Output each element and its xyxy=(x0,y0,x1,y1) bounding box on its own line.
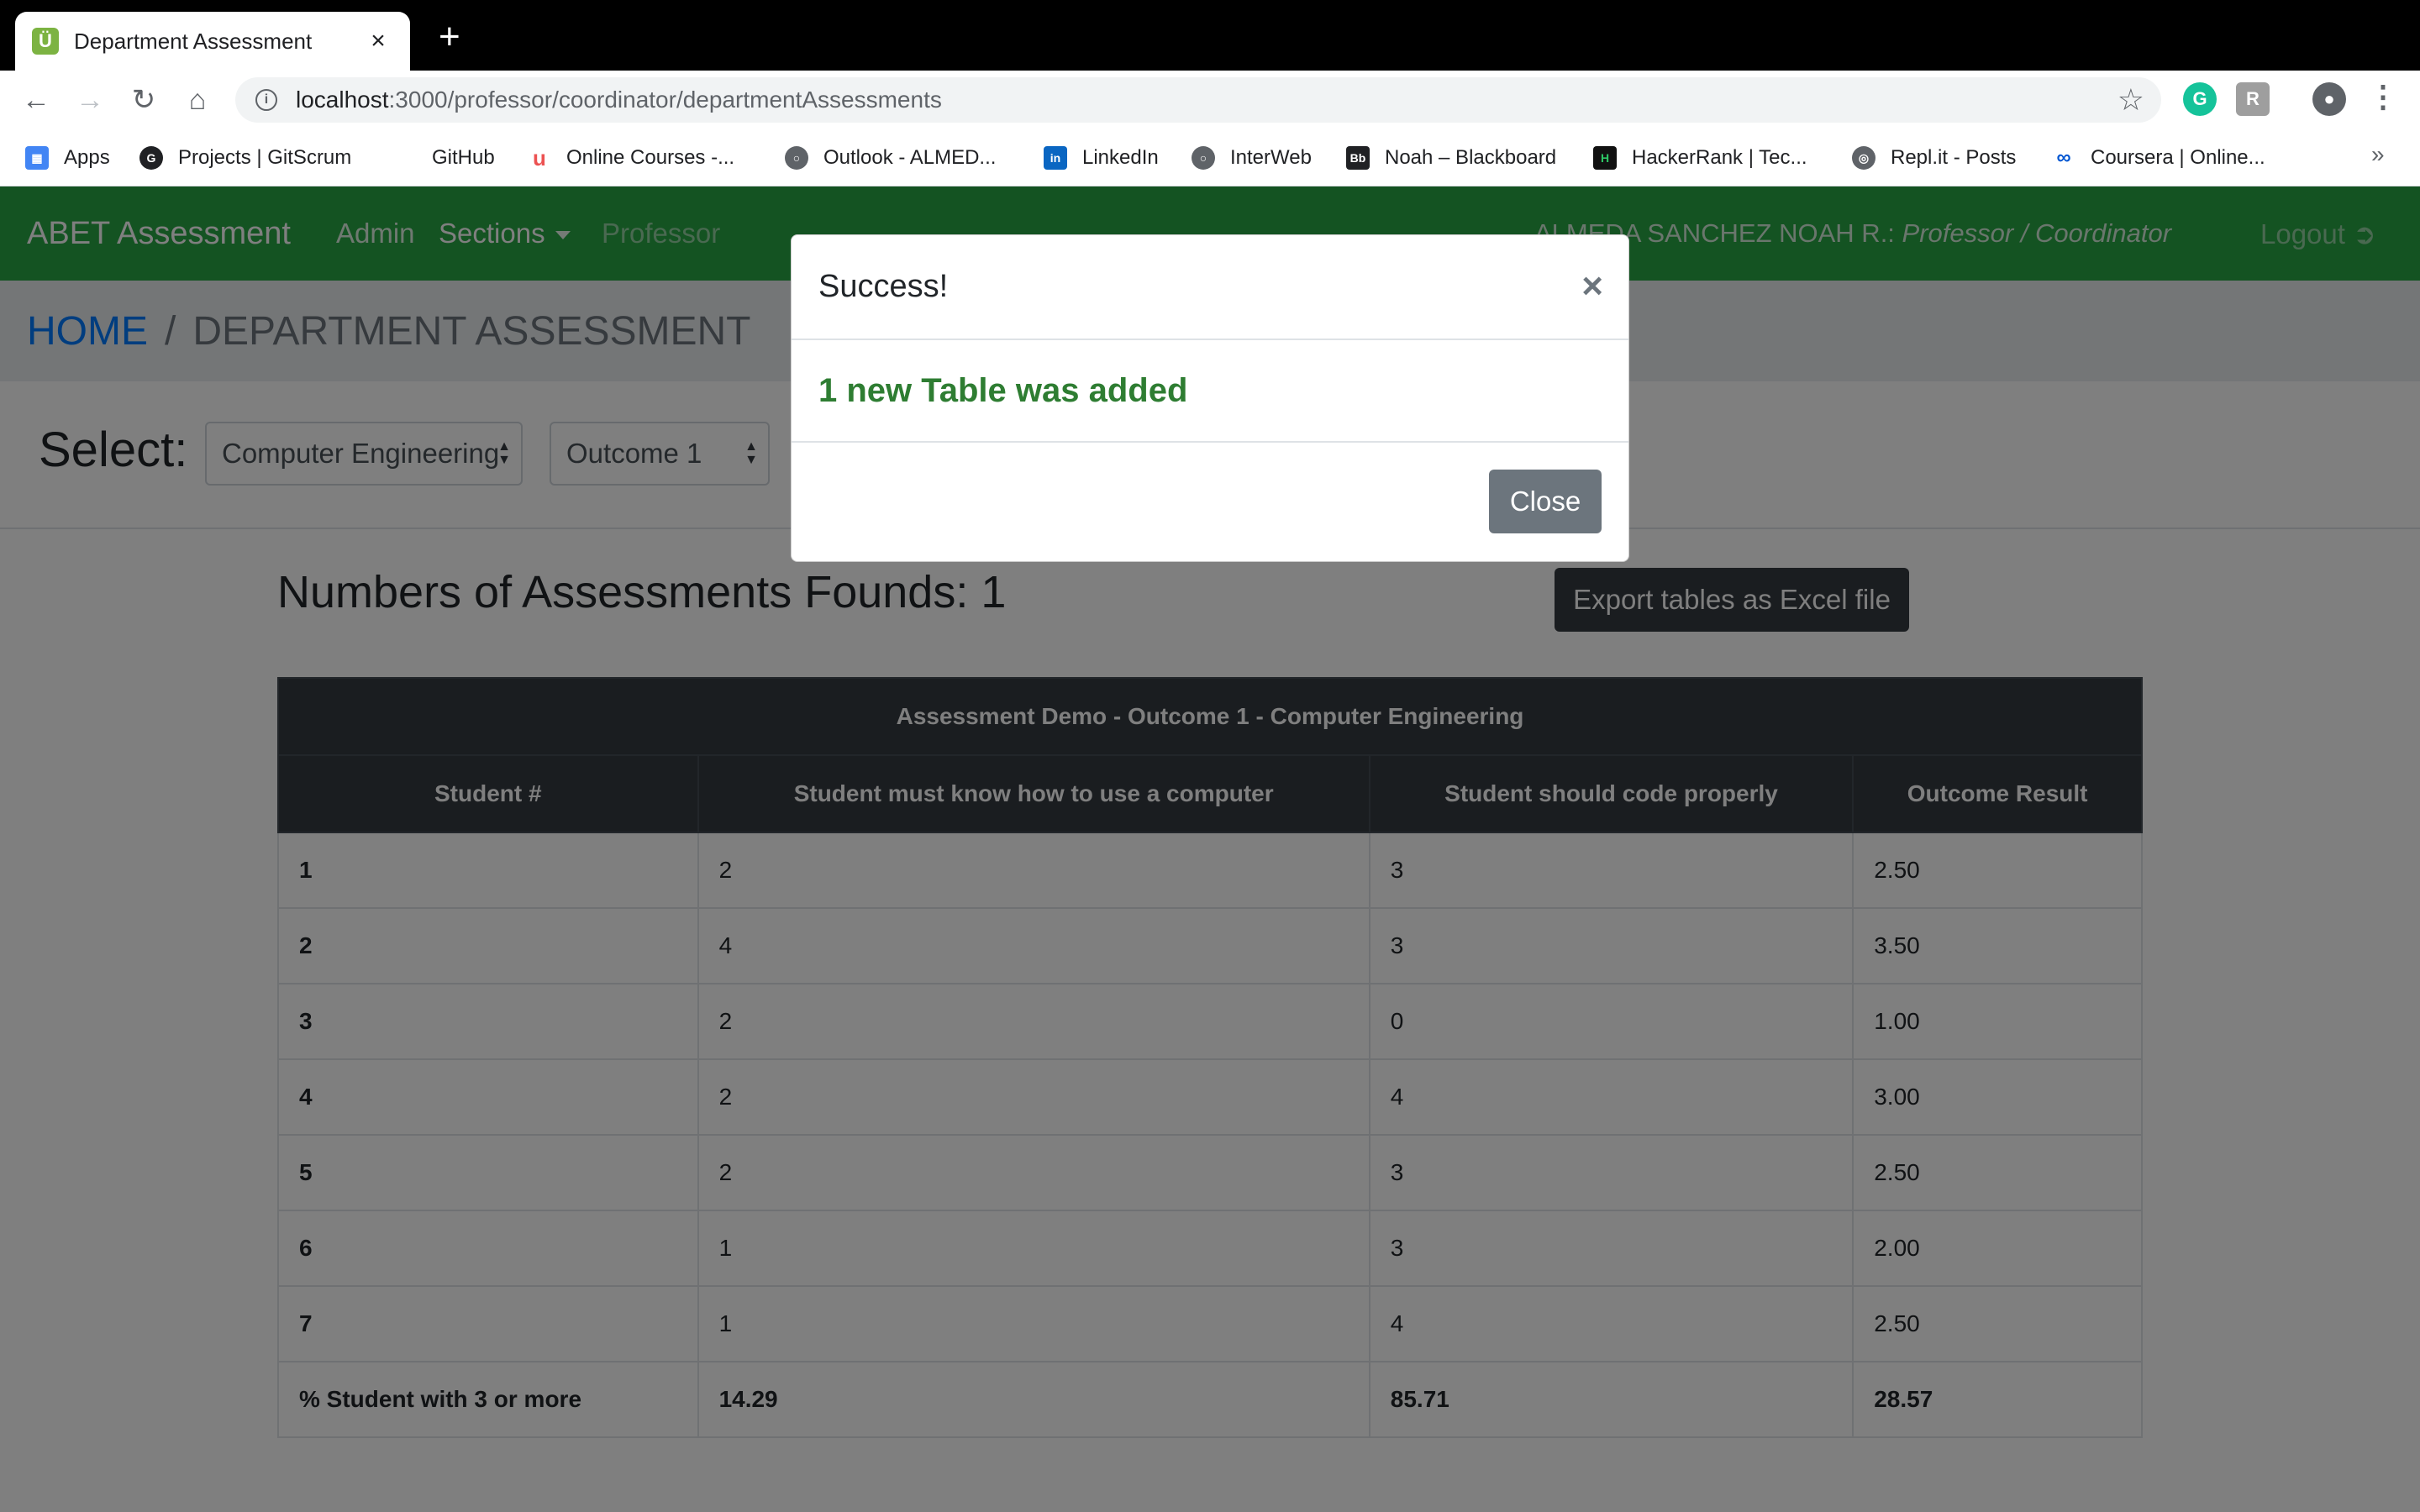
profile-avatar-icon[interactable]: ● xyxy=(2312,82,2346,116)
browser-menu-icon[interactable]: ⋮ xyxy=(2368,79,2398,114)
blackboard-icon: Bb xyxy=(1346,146,1370,170)
modal-title: Success! xyxy=(818,269,949,304)
globe-icon: ○ xyxy=(1192,146,1215,170)
tab-title: Department Assessment xyxy=(74,28,313,54)
bookmark-label: LinkedIn xyxy=(1082,146,1159,169)
browser-tab[interactable]: Ü Department Assessment × xyxy=(15,12,410,71)
globe-icon: ○ xyxy=(785,146,808,170)
bookmark-coursera[interactable]: ∞ Coursera | Online... xyxy=(2052,141,2265,175)
url-text: localhost:3000/professor/coordinator/dep… xyxy=(296,87,942,113)
browser-toolbar: ← → ↻ ⌂ i localhost:3000/professor/coord… xyxy=(0,71,2420,129)
browser-tabstrip: Ü Department Assessment × + xyxy=(0,0,2420,71)
bookmark-hackerrank[interactable]: H HackerRank | Tec... xyxy=(1593,141,1807,175)
success-modal: Success! × 1 new Table was added Close xyxy=(791,234,1629,562)
url-host: localhost xyxy=(296,87,389,113)
bookmark-gitscrum[interactable]: G Projects | GitScrum xyxy=(139,141,351,175)
bookmarks-bar: ▦ Apps G Projects | GitScrum GitHub u On… xyxy=(0,129,2420,186)
modal-header: Success! × xyxy=(792,235,1628,340)
extension-icon[interactable]: R xyxy=(2236,82,2270,116)
modal-footer: Close xyxy=(792,443,1628,561)
bookmark-linkedin[interactable]: in LinkedIn xyxy=(1044,141,1159,175)
bookmark-label: Outlook - ALMED... xyxy=(823,146,997,169)
bookmark-label: Apps xyxy=(64,146,110,169)
bookmark-label: Projects | GitScrum xyxy=(178,146,352,169)
bookmark-label: HackerRank | Tec... xyxy=(1632,146,1807,169)
bookmark-label: GitHub xyxy=(432,146,495,169)
bookmark-outlook[interactable]: ○ Outlook - ALMED... xyxy=(785,141,996,175)
close-button[interactable]: Close xyxy=(1489,470,1602,533)
new-tab-button[interactable]: + xyxy=(439,18,460,55)
modal-body: 1 new Table was added xyxy=(792,340,1628,443)
bookmark-udemy[interactable]: u Online Courses -... xyxy=(528,141,734,175)
tab-close-icon[interactable]: × xyxy=(363,27,393,55)
bookmarks-overflow-icon[interactable]: » xyxy=(2371,141,2385,168)
back-arrow-icon[interactable]: ← xyxy=(17,81,55,119)
forward-arrow-icon[interactable]: → xyxy=(71,81,109,119)
tab-favicon-icon: Ü xyxy=(32,28,59,55)
bookmark-interweb[interactable]: ○ InterWeb xyxy=(1192,141,1312,175)
linkedin-icon: in xyxy=(1044,146,1067,170)
bookmark-apps[interactable]: ▦ Apps xyxy=(25,141,110,175)
bookmark-blackboard[interactable]: Bb Noah – Blackboard xyxy=(1346,141,1556,175)
bookmark-label: Coursera | Online... xyxy=(2091,146,2265,169)
home-icon[interactable]: ⌂ xyxy=(178,81,217,119)
bookmark-github[interactable]: GitHub xyxy=(393,141,495,175)
grammarly-extension-icon[interactable]: G xyxy=(2183,82,2217,116)
bookmark-star-icon[interactable]: ☆ xyxy=(2118,82,2144,118)
apps-grid-icon: ▦ xyxy=(25,146,49,170)
github-icon xyxy=(393,146,417,170)
bookmark-label: InterWeb xyxy=(1230,146,1312,169)
close-icon[interactable]: × xyxy=(1581,265,1603,307)
bookmark-label: Online Courses -... xyxy=(566,146,735,169)
gitscrum-icon: G xyxy=(139,146,163,170)
url-path: :3000/professor/coordinator/departmentAs… xyxy=(388,87,942,113)
udemy-icon: u xyxy=(533,144,546,171)
address-bar[interactable]: i localhost:3000/professor/coordinator/d… xyxy=(235,77,2161,123)
replit-icon: ◎ xyxy=(1852,146,1876,170)
site-info-icon[interactable]: i xyxy=(255,89,277,111)
bookmark-replit[interactable]: ◎ Repl.it - Posts xyxy=(1852,141,2016,175)
bookmark-label: Noah – Blackboard xyxy=(1385,146,1557,169)
coursera-icon: ∞ xyxy=(2056,146,2071,169)
hackerrank-icon: H xyxy=(1593,146,1617,170)
reload-icon[interactable]: ↻ xyxy=(124,81,163,119)
bookmark-label: Repl.it - Posts xyxy=(1891,146,2017,169)
modal-message: 1 new Table was added xyxy=(818,371,1188,409)
